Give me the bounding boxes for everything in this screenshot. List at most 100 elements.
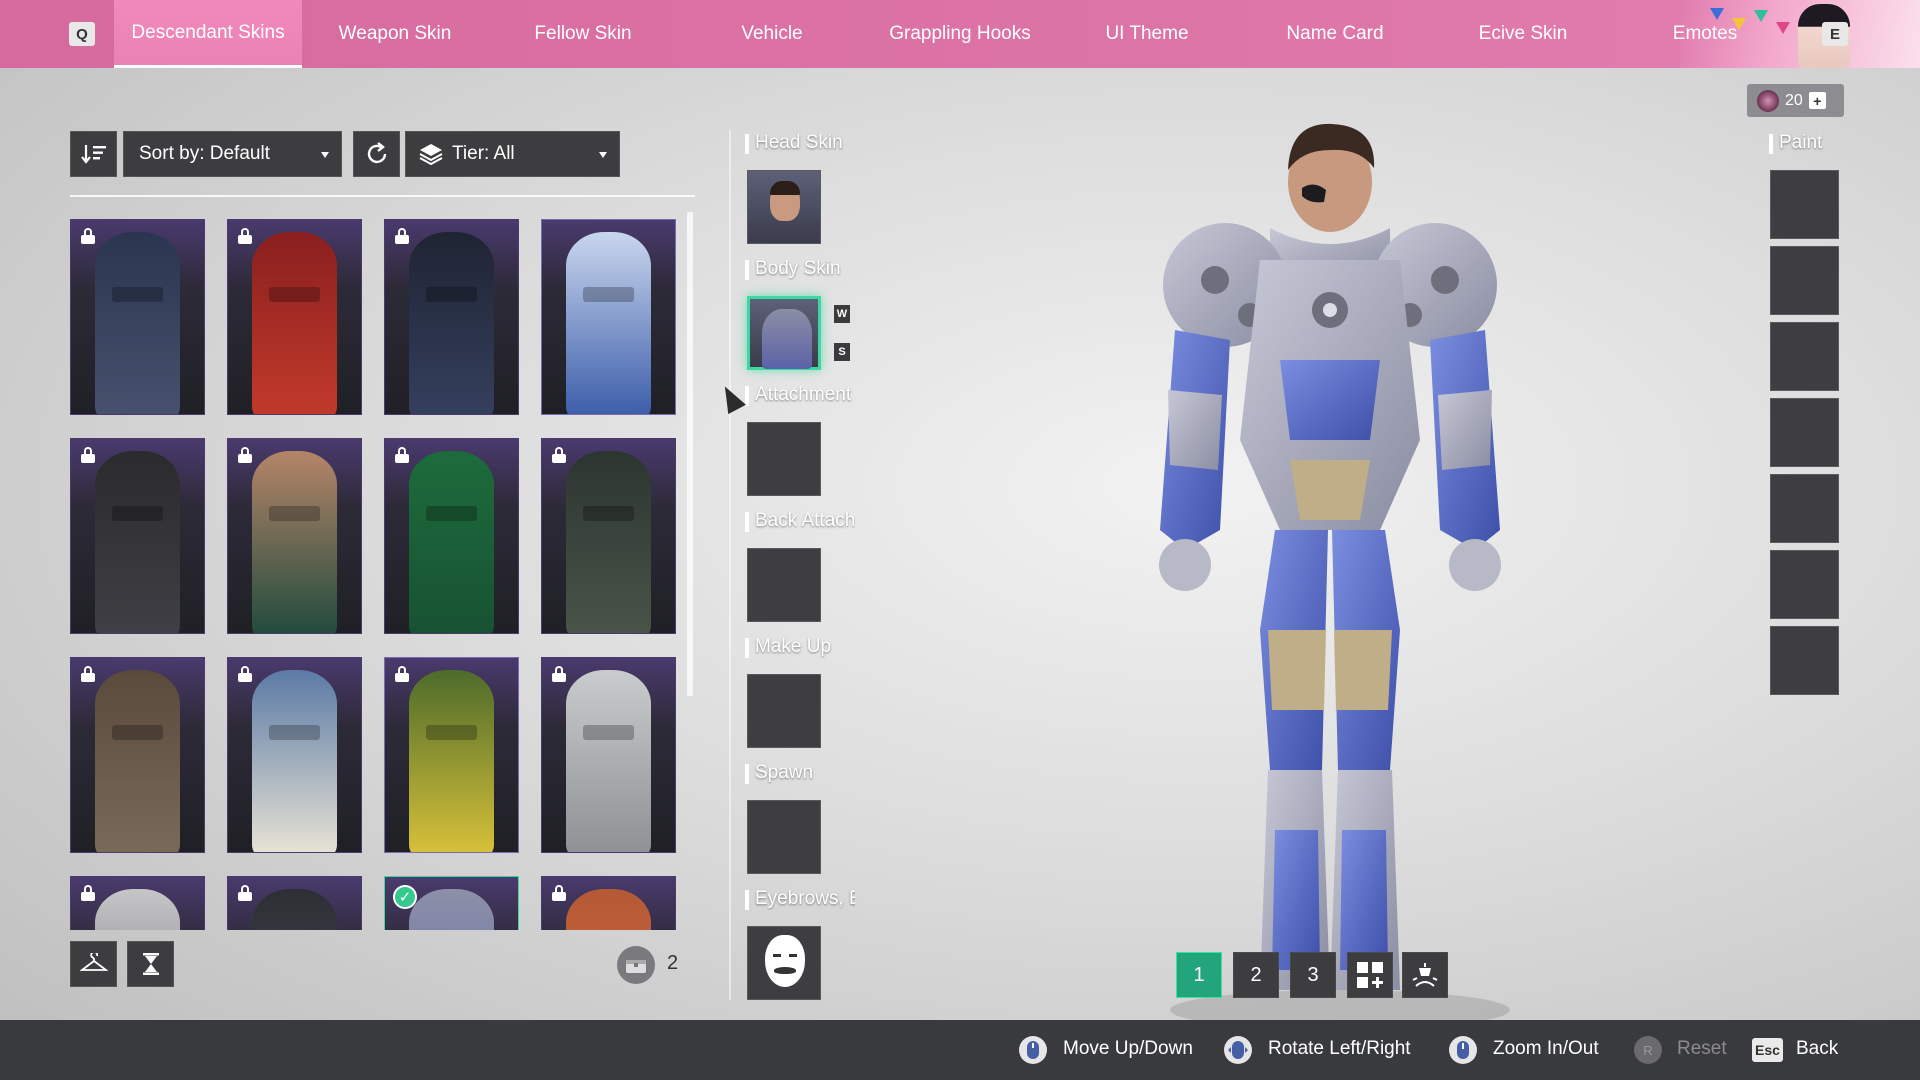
time-limited-button[interactable]: [127, 941, 174, 987]
equipped-check-icon: ✓: [393, 885, 417, 909]
sort-order-icon: [80, 145, 106, 164]
skin-card[interactable]: [227, 876, 362, 930]
preset-2-button[interactable]: 2: [1233, 952, 1279, 998]
currency-icon: [1757, 89, 1779, 112]
category-tab-bar: Q Descendant Skins Weapon Skin Fellow Sk…: [0, 0, 1920, 68]
skin-card[interactable]: [384, 438, 519, 634]
sort-dropdown[interactable]: Sort by: Default: [123, 131, 342, 177]
currency-display[interactable]: 20 +: [1747, 84, 1844, 117]
skin-card[interactable]: [70, 438, 205, 634]
skin-thumbnail: [408, 231, 495, 414]
lock-icon: [81, 447, 95, 463]
character-model[interactable]: [1090, 110, 1570, 1030]
reset-key-icon[interactable]: R: [1634, 1036, 1662, 1064]
make-up-label: Make Up: [745, 636, 855, 658]
head-skin-slot[interactable]: [747, 170, 821, 244]
skin-card[interactable]: [541, 876, 676, 930]
skin-thumbnail: [251, 450, 338, 633]
attachment-slot[interactable]: [747, 422, 821, 496]
skin-card[interactable]: [227, 219, 362, 415]
paint-slot[interactable]: [1770, 398, 1839, 467]
currency-amount: 20: [1785, 91, 1803, 109]
tab-emotes[interactable]: Emotes: [1660, 0, 1750, 68]
lock-icon: [238, 228, 252, 244]
mouse-wheel-icon: [1449, 1036, 1477, 1064]
move-hint: Move Up/Down: [1063, 1038, 1193, 1059]
skin-card[interactable]: [384, 219, 519, 415]
skin-card[interactable]: [70, 219, 205, 415]
skin-card[interactable]: [384, 657, 519, 853]
eyebrows-slot[interactable]: [747, 926, 821, 1000]
head-skin-hair: [770, 181, 800, 195]
skin-card[interactable]: [70, 876, 205, 930]
next-tab-key-hint[interactable]: E: [1822, 22, 1848, 46]
spawn-label: Spawn: [745, 762, 855, 784]
spotlight-icon: [1412, 963, 1438, 987]
mouse-drag-icon: [1224, 1036, 1252, 1064]
preset-3-button[interactable]: 3: [1290, 952, 1336, 998]
body-skin-up-key: W: [834, 305, 850, 323]
paint-slot[interactable]: [1770, 474, 1839, 543]
paint-slot[interactable]: [1770, 550, 1839, 619]
lock-icon: [552, 666, 566, 682]
skin-thumbnail: [408, 450, 495, 633]
controls-hint-bar: Move Up/Down Rotate Left/Right Zoom In/O…: [0, 1020, 1920, 1080]
reset-hint[interactable]: Reset: [1677, 1038, 1727, 1060]
skin-card[interactable]: [541, 657, 676, 853]
paint-slot[interactable]: [1770, 322, 1839, 391]
tab-ui-theme[interactable]: UI Theme: [1072, 0, 1222, 68]
lock-icon: [552, 885, 566, 901]
tier-dropdown-label: Tier: All: [452, 143, 515, 164]
add-currency-icon[interactable]: +: [1808, 92, 1826, 109]
skin-card[interactable]: [541, 219, 676, 415]
paint-slot[interactable]: [1770, 170, 1839, 239]
skin-thumbnail: [94, 231, 181, 414]
tier-dropdown[interactable]: Tier: All: [405, 131, 620, 177]
esc-key-icon[interactable]: Esc: [1752, 1038, 1783, 1062]
back-hint[interactable]: Back: [1796, 1038, 1838, 1060]
tab-grappling-hooks[interactable]: Grappling Hooks: [870, 0, 1050, 68]
paint-slot[interactable]: [1770, 246, 1839, 315]
prev-tab-key-hint[interactable]: Q: [69, 22, 95, 46]
layers-icon: [419, 144, 443, 166]
back-attachment-slot[interactable]: [747, 548, 821, 622]
reset-filters-button[interactable]: [353, 131, 400, 177]
tab-name-card[interactable]: Name Card: [1260, 0, 1410, 68]
tab-fellow-skin[interactable]: Fellow Skin: [508, 0, 658, 68]
add-preset-button[interactable]: [1347, 952, 1393, 998]
face-icon: [765, 935, 805, 987]
make-up-slot[interactable]: [747, 674, 821, 748]
skin-grid-scrollbar[interactable]: [687, 212, 693, 696]
lighting-button[interactable]: [1402, 952, 1448, 998]
sort-order-button[interactable]: [70, 131, 117, 177]
outfit-button[interactable]: [70, 941, 117, 987]
sort-dropdown-label: Sort by: Default: [139, 143, 270, 164]
skin-card[interactable]: [541, 438, 676, 634]
skin-card[interactable]: ✓: [384, 876, 519, 930]
body-skin-thumbnail: [762, 309, 812, 369]
grid-plus-icon: [1357, 962, 1383, 988]
hourglass-icon: [142, 953, 159, 975]
skin-card[interactable]: [70, 657, 205, 853]
skin-card[interactable]: [227, 438, 362, 634]
tab-descendant-skins[interactable]: Descendant Skins: [114, 0, 302, 68]
skin-card[interactable]: [227, 657, 362, 853]
lock-icon: [81, 885, 95, 901]
paint-slot[interactable]: [1770, 626, 1839, 695]
spawn-slot[interactable]: [747, 800, 821, 874]
preset-1-button[interactable]: 1: [1176, 952, 1222, 998]
skin-thumbnail: [408, 669, 495, 852]
body-skin-slot[interactable]: [747, 296, 821, 370]
attachment-label: Attachment: [745, 384, 855, 406]
tab-vehicle[interactable]: Vehicle: [697, 0, 847, 68]
tab-ecive-skin[interactable]: Ecive Skin: [1448, 0, 1598, 68]
storage-chest-icon[interactable]: [617, 946, 655, 984]
skin-thumbnail: [565, 888, 652, 930]
lock-icon: [238, 885, 252, 901]
tab-weapon-skin[interactable]: Weapon Skin: [320, 0, 470, 68]
skin-grid-viewport: ✓: [70, 219, 680, 930]
list-divider: [70, 195, 695, 197]
rotate-hint: Rotate Left/Right: [1268, 1038, 1411, 1059]
skin-thumbnail: [94, 450, 181, 633]
skin-thumbnail: [94, 669, 181, 852]
